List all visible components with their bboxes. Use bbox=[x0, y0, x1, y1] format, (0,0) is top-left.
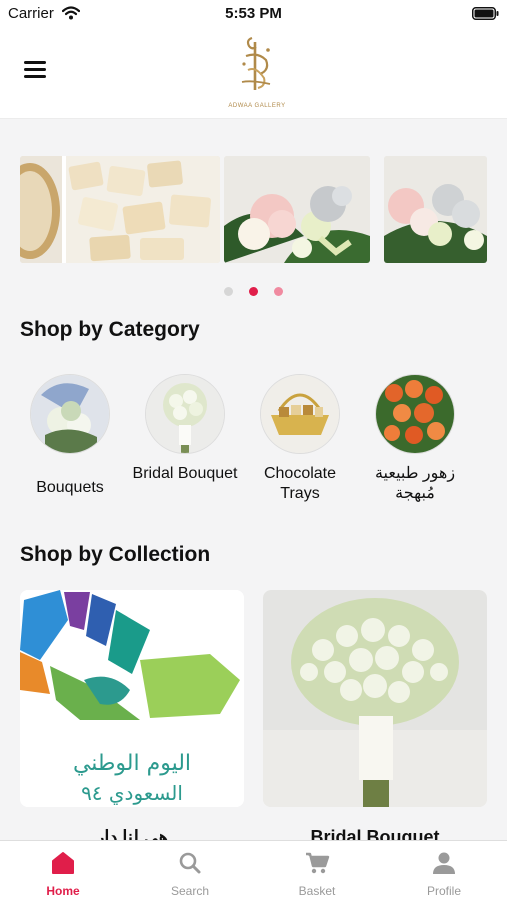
carousel-slide[interactable] bbox=[384, 156, 487, 263]
category-image bbox=[375, 374, 455, 454]
tab-label: Home bbox=[46, 884, 80, 898]
carousel-slide[interactable] bbox=[20, 156, 220, 263]
status-bar: Carrier 5:53 PM bbox=[0, 0, 507, 28]
category-bouquets[interactable]: Bouquets bbox=[15, 368, 125, 498]
category-label: Bridal Bouquet bbox=[132, 465, 238, 482]
search-icon bbox=[179, 852, 201, 874]
category-image bbox=[30, 374, 110, 454]
carousel-dot-active[interactable] bbox=[249, 287, 258, 296]
shop-by-category-title: Shop by Category bbox=[20, 318, 200, 341]
category-image bbox=[145, 374, 225, 454]
battery-icon bbox=[472, 7, 499, 20]
flower-arrangement-image bbox=[384, 156, 487, 263]
tab-home[interactable]: Home bbox=[0, 841, 126, 901]
profile-icon bbox=[433, 852, 455, 874]
tab-label: Search bbox=[170, 884, 210, 898]
brand-logo: ADWAA GALLERY bbox=[222, 30, 292, 114]
bridal-bouquet-image bbox=[263, 590, 487, 807]
category-label: زهور طبيعية مُبهجة bbox=[374, 465, 456, 502]
bottom-tab-bar: Home Search Basket Profile bbox=[0, 840, 507, 901]
tab-basket[interactable]: Basket bbox=[254, 841, 380, 901]
chocolate-tray-image bbox=[20, 156, 220, 263]
basket-icon bbox=[306, 852, 330, 874]
tab-label: Profile bbox=[426, 884, 461, 898]
tab-search[interactable]: Search bbox=[127, 841, 253, 901]
app-header: ADWAA GALLERY bbox=[0, 28, 507, 119]
category-image bbox=[260, 374, 340, 454]
collection-image-text: السعودي ٩٤ bbox=[81, 781, 183, 806]
collection-national-day[interactable]: اليوم الوطني السعودي ٩٤ هي لنا دار bbox=[20, 590, 244, 848]
menu-icon[interactable] bbox=[24, 61, 46, 79]
carousel-slide[interactable] bbox=[224, 156, 370, 263]
collection-image: اليوم الوطني السعودي ٩٤ bbox=[20, 590, 244, 807]
banner-carousel[interactable] bbox=[20, 156, 487, 263]
saudi-national-day-image: اليوم الوطني السعودي ٩٤ bbox=[20, 590, 244, 807]
collection-bridal-bouquet[interactable]: Bridal Bouquet bbox=[263, 590, 487, 848]
tab-profile[interactable]: Profile bbox=[381, 841, 507, 901]
category-chocolate-trays[interactable]: Chocolate Trays bbox=[245, 368, 355, 504]
category-label: Chocolate Trays bbox=[263, 465, 337, 502]
shop-by-collection-title: Shop by Collection bbox=[20, 543, 211, 566]
home-icon bbox=[52, 852, 74, 874]
collection-image-text: اليوم الوطني bbox=[73, 751, 191, 776]
collection-image bbox=[263, 590, 487, 807]
clock: 5:53 PM bbox=[225, 5, 282, 22]
tab-label: Basket bbox=[298, 884, 336, 898]
carousel-dot[interactable] bbox=[274, 287, 284, 296]
logo-mark-icon bbox=[241, 36, 271, 90]
category-label: Bouquets bbox=[36, 479, 104, 496]
flower-arrangement-image bbox=[224, 156, 370, 263]
carousel-pagination bbox=[0, 283, 507, 301]
logo-text: ADWAA GALLERY bbox=[228, 103, 286, 109]
category-natural-flowers[interactable]: زهور طبيعية مُبهجة bbox=[360, 368, 470, 504]
category-bridal-bouquet[interactable]: Bridal Bouquet bbox=[130, 368, 240, 484]
carousel-dot[interactable] bbox=[223, 287, 233, 296]
